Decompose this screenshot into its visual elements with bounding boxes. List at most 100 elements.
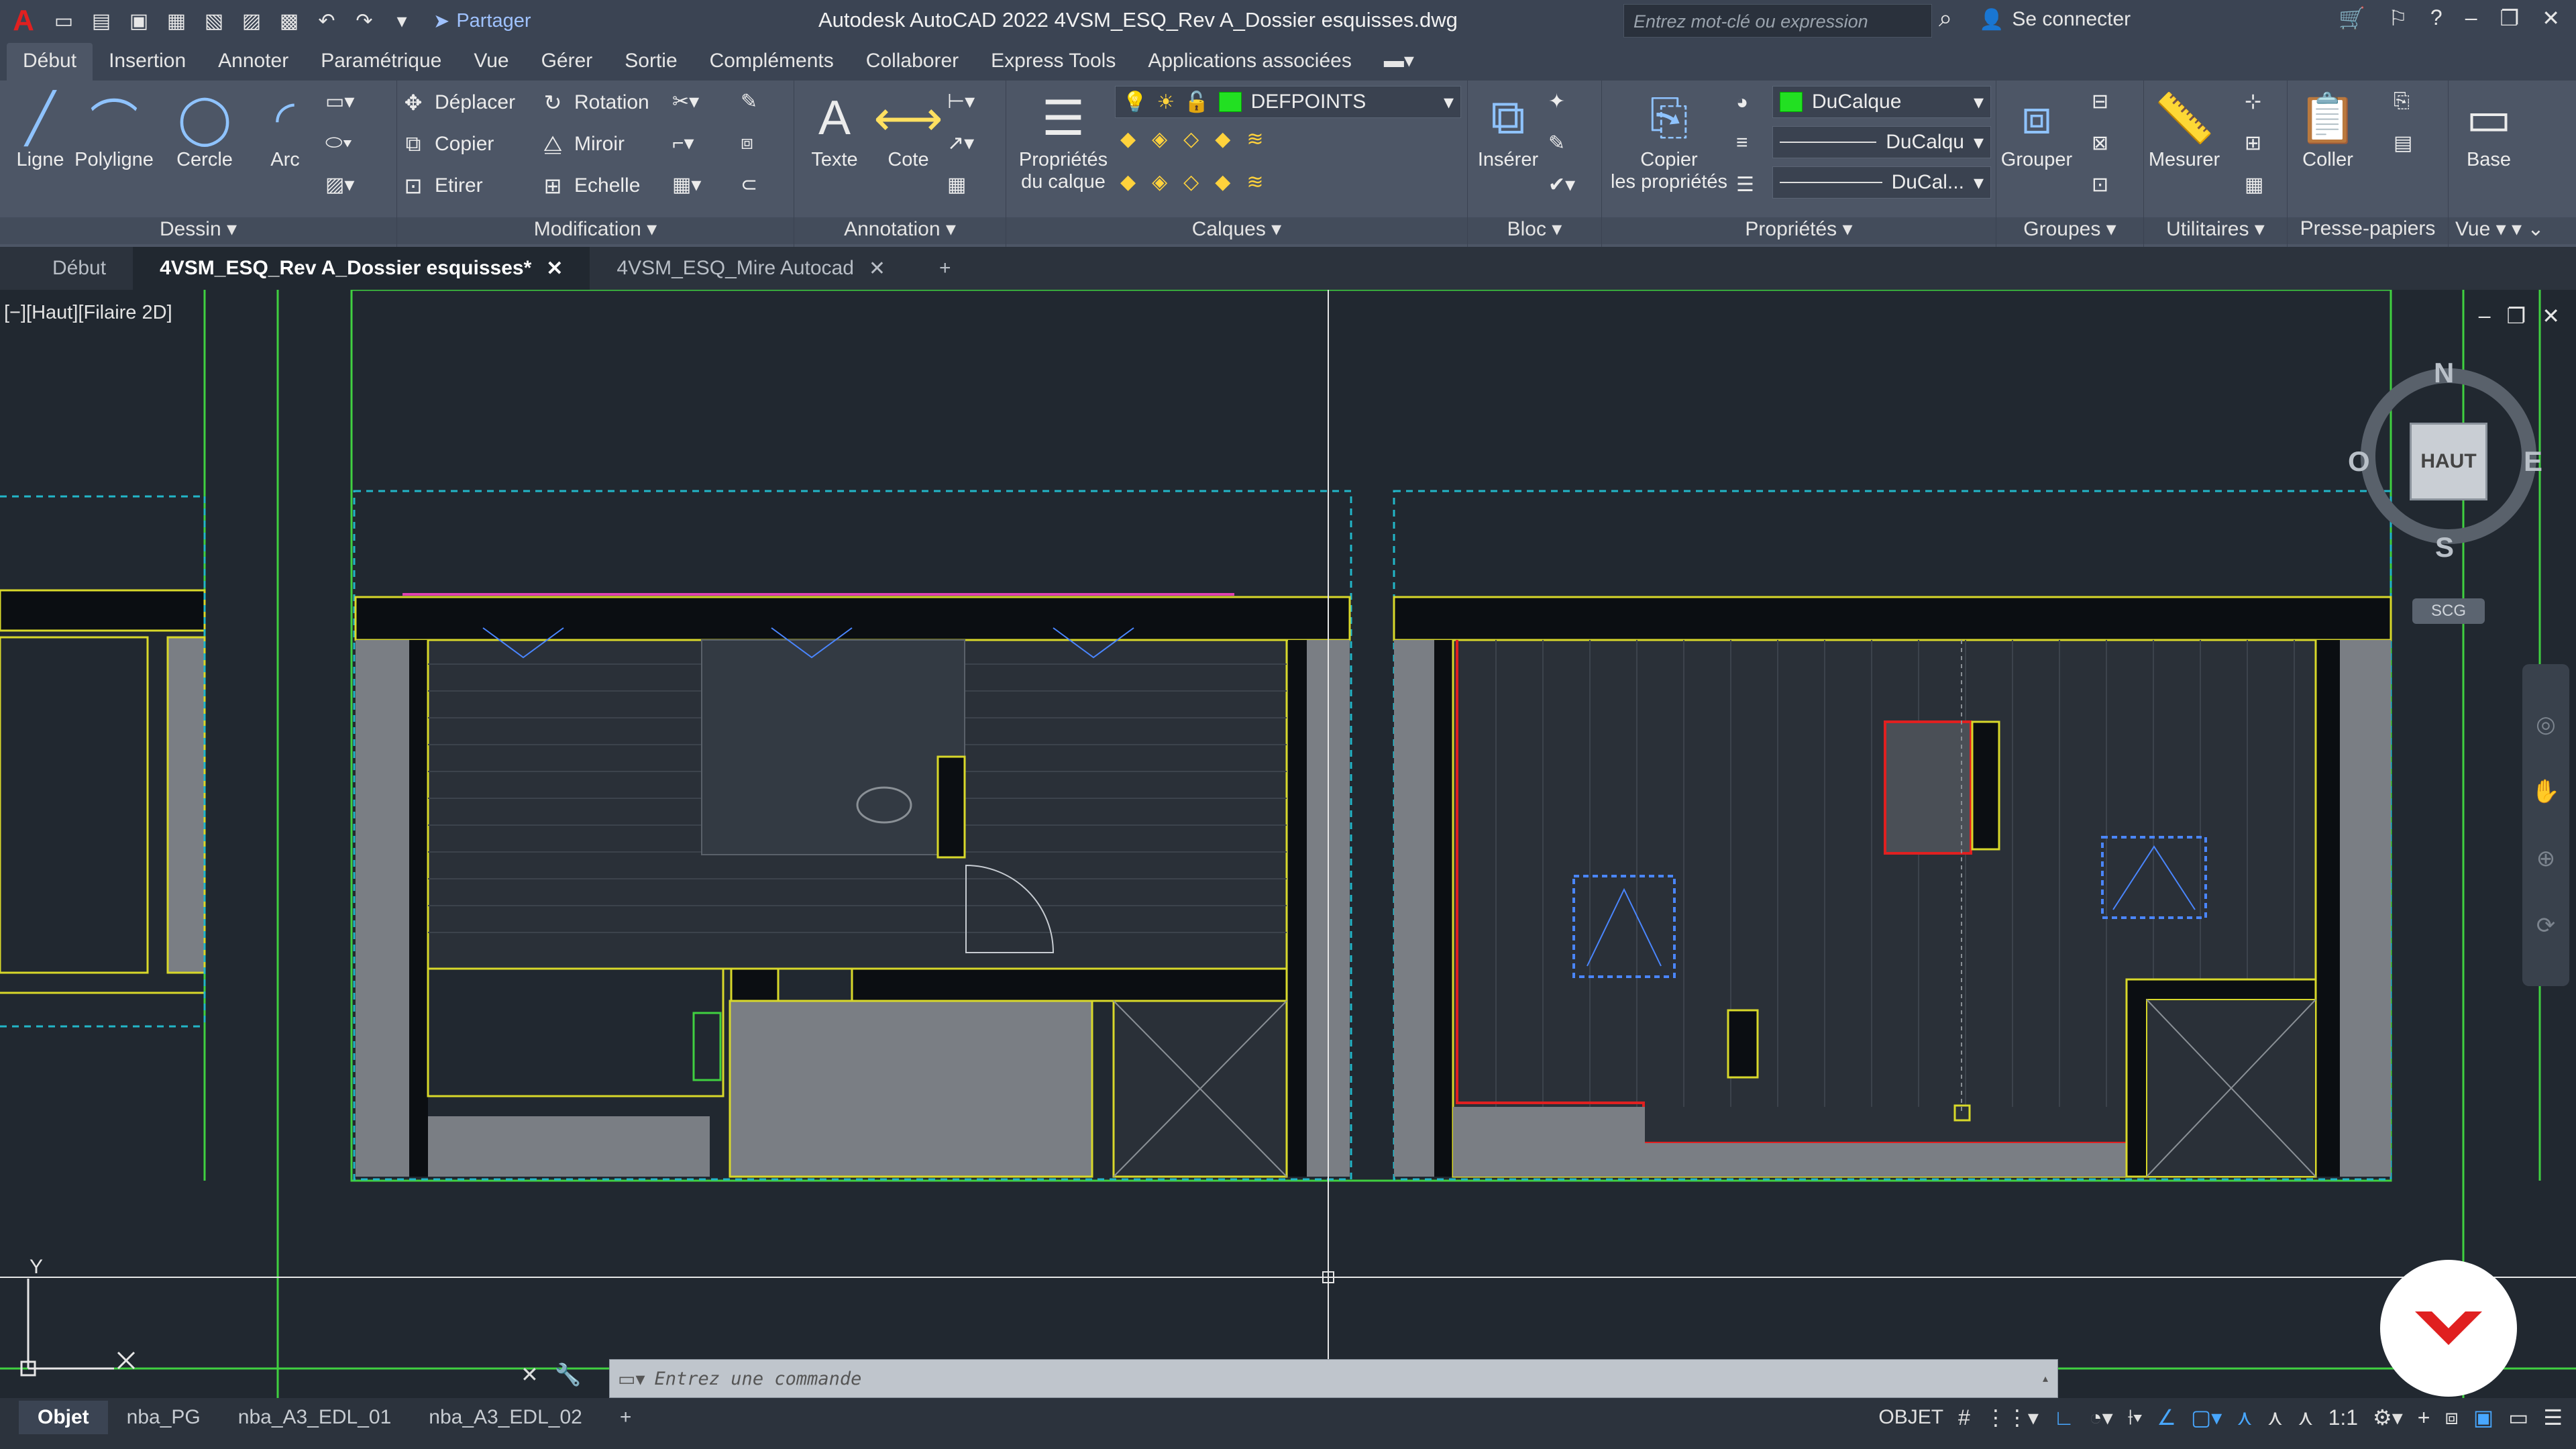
rotation-button[interactable]: ↻ Rotation <box>539 90 649 115</box>
object-snap-icon[interactable]: ▢▾ <box>2191 1405 2222 1430</box>
clean-screen-icon[interactable]: ▭ <box>2508 1405 2528 1430</box>
panel-title-groupes[interactable]: Groupes ▾ <box>1996 217 2143 244</box>
minimize-icon[interactable]: – <box>2479 303 2491 329</box>
viewport-controls-label[interactable]: [−][Haut][Filaire 2D] <box>4 302 172 324</box>
layer-dropdown[interactable]: 💡 ☀ 🔓 DEFPOINTS ▾ <box>1115 86 1461 118</box>
isolate-objects-icon[interactable]: ⧈ <box>2445 1405 2458 1430</box>
panel-title-bloc[interactable]: Bloc ▾ <box>1468 217 1601 244</box>
hatch-icon[interactable]: ⬭▾ <box>325 131 352 154</box>
pan-icon[interactable]: ✋ <box>2522 758 2569 825</box>
layer-freeze-icon[interactable]: ◇ <box>1183 127 1199 151</box>
steering-wheel-icon[interactable]: ◎ <box>2522 691 2569 758</box>
navigation-bar[interactable]: ◎ ✋ ⊕ ⟳ <box>2522 664 2569 986</box>
color-dropdown[interactable]: DuCalque ▾ <box>1772 86 1991 118</box>
panel-title-calques[interactable]: Calques ▾ <box>1006 217 1467 244</box>
compass-north-label[interactable]: N <box>2434 357 2454 389</box>
layer-match-icon[interactable]: ≋ <box>1246 127 1263 151</box>
model-space-toggle[interactable]: OBJET <box>1878 1406 1943 1429</box>
tab-debut[interactable]: Début <box>7 43 93 80</box>
customize-menu-icon[interactable]: ☰ <box>2543 1405 2563 1430</box>
layer-walk-icon[interactable]: ≋ <box>1246 170 1263 194</box>
command-input[interactable]: Entrez une commande <box>655 1368 862 1389</box>
tab-express-tools[interactable]: Express Tools <box>975 43 1132 80</box>
cote-button[interactable]: ⟷ Cote <box>868 87 949 171</box>
leader-icon[interactable]: ↗▾ <box>947 131 974 155</box>
tab-gerer[interactable]: Gérer <box>525 43 609 80</box>
ortho-icon[interactable]: ∟ <box>2053 1405 2074 1430</box>
zoom-icon[interactable]: ⊕ <box>2522 825 2569 892</box>
share-button[interactable]: ➤ Partager <box>433 9 531 33</box>
open-folder-icon[interactable]: ▤ <box>89 8 114 34</box>
tab-collaborer[interactable]: Collaborer <box>850 43 975 80</box>
arc-button[interactable]: ◜ Arc <box>245 87 325 171</box>
explode-icon[interactable]: ⧈ <box>741 131 753 154</box>
layer-lock-icon[interactable]: ◆ <box>1215 127 1230 151</box>
annotation-scale-icon[interactable]: ⋏ <box>2298 1405 2313 1430</box>
group-edit-icon[interactable]: ⊠ <box>2092 131 2108 155</box>
tab-sortie[interactable]: Sortie <box>608 43 693 80</box>
panel-title-dessin[interactable]: Dessin ▾ <box>0 217 396 244</box>
ungroup-icon[interactable]: ⊟ <box>2092 90 2108 113</box>
array-icon[interactable]: ▦▾ <box>672 173 701 197</box>
panel-title-modification[interactable]: Modification ▾ <box>397 217 794 244</box>
ribbon-minimize-icon[interactable]: ▬▾ <box>1368 42 1430 80</box>
isodraft-icon[interactable]: ⟊▾ <box>2128 1405 2143 1430</box>
base-button[interactable]: ▭ Base <box>2449 87 2529 171</box>
customize-qa-icon[interactable]: ▾ <box>389 8 415 34</box>
layout-tab-nba-pg[interactable]: nba_PG <box>108 1406 219 1429</box>
app-menu-button[interactable]: A <box>8 4 39 38</box>
doc-tab-debut[interactable]: Début <box>0 247 133 290</box>
mesurer-button[interactable]: 📏 Mesurer <box>2144 87 2224 171</box>
polyligne-button[interactable]: ⌒ Polyligne <box>74 87 154 171</box>
new-tab-button[interactable]: + <box>912 247 978 290</box>
layer-unlock-icon[interactable]: ◆ <box>1215 170 1230 194</box>
save-icon[interactable]: ▣ <box>126 8 152 34</box>
gradient-icon[interactable]: ▨▾ <box>325 173 354 197</box>
doc-tab-mire-autocad[interactable]: 4VSM_ESQ_Mire Autocad ✕ <box>590 247 912 290</box>
group-select-icon[interactable]: ⊡ <box>2092 173 2108 197</box>
layer-on-icon[interactable]: ◆ <box>1120 170 1136 194</box>
hardware-accel-icon[interactable]: ▣ <box>2473 1405 2493 1430</box>
doc-tab-dossier-esquisses[interactable]: 4VSM_ESQ_Rev A_Dossier esquisses* ✕ <box>133 247 590 290</box>
block-attributes-icon[interactable]: ✔▾ <box>1548 173 1575 197</box>
table-icon[interactable]: ▦ <box>947 173 966 197</box>
plus-icon[interactable]: + <box>2418 1405 2430 1430</box>
linear-dim-icon[interactable]: ⊢▾ <box>947 90 975 113</box>
polar-icon[interactable]: ◔▾ <box>2089 1405 2112 1430</box>
create-block-icon[interactable]: ✦ <box>1548 90 1565 113</box>
panel-title-vue[interactable]: Vue ▾ ▾ ⌄ <box>2449 217 2576 244</box>
orbit-icon[interactable]: ⟳ <box>2522 892 2569 959</box>
grouper-button[interactable]: ⧈ Grouper <box>1996 87 2077 171</box>
publish-icon[interactable]: ▧ <box>201 8 227 34</box>
copier-button[interactable]: ⧉ Copier <box>400 131 494 157</box>
tab-parametrique[interactable]: Paramétrique <box>305 43 458 80</box>
search-icon[interactable]: ⌕ <box>1939 4 1952 33</box>
cut-clip-icon[interactable]: ▤ <box>2394 131 2412 155</box>
help-search-input[interactable]: Entrez mot-clé ou expression <box>1623 4 1932 38</box>
help-icon[interactable]: ? <box>2430 5 2443 31</box>
linetype-icon[interactable]: ☰ <box>1736 173 1754 197</box>
erase-icon[interactable]: ✎ <box>741 90 757 113</box>
edit-block-icon[interactable]: ✎ <box>1548 131 1565 155</box>
panel-title-proprietes[interactable]: Propriétés ▾ <box>1602 217 1996 244</box>
copy-clip-icon[interactable]: ⎘ <box>2394 90 2410 113</box>
tab-complements[interactable]: Compléments <box>694 43 850 80</box>
wrench-icon[interactable]: 🔧 <box>555 1362 582 1387</box>
color-wheel-icon[interactable]: ◕ <box>1736 91 1748 114</box>
auto-scale-icon[interactable]: ⋏ <box>2267 1405 2283 1430</box>
restore-icon[interactable]: ❐ <box>2507 303 2526 329</box>
texte-button[interactable]: A Texte <box>794 87 875 171</box>
layer-off-icon[interactable]: ◆ <box>1120 127 1136 151</box>
restore-icon[interactable]: ❐ <box>2500 5 2520 31</box>
trim-icon[interactable]: ✂▾ <box>672 90 699 113</box>
command-line[interactable]: ▭▾ Entrez une commande ▴ <box>609 1359 2058 1398</box>
echelle-button[interactable]: ⊞ Echelle <box>539 173 641 199</box>
snap-icon[interactable]: ⋮⋮▾ <box>1985 1405 2039 1430</box>
rectangle-icon[interactable]: ▭▾ <box>325 90 354 113</box>
compass-south-label[interactable]: S <box>2435 531 2454 564</box>
drawing-canvas[interactable] <box>0 290 2576 1398</box>
quick-select-icon[interactable]: ⊹ <box>2245 90 2261 113</box>
compass-east-label[interactable]: E <box>2524 445 2542 478</box>
close-icon[interactable]: ✕ <box>546 257 563 280</box>
login-button[interactable]: 👤 Se connecter <box>1979 8 2131 32</box>
